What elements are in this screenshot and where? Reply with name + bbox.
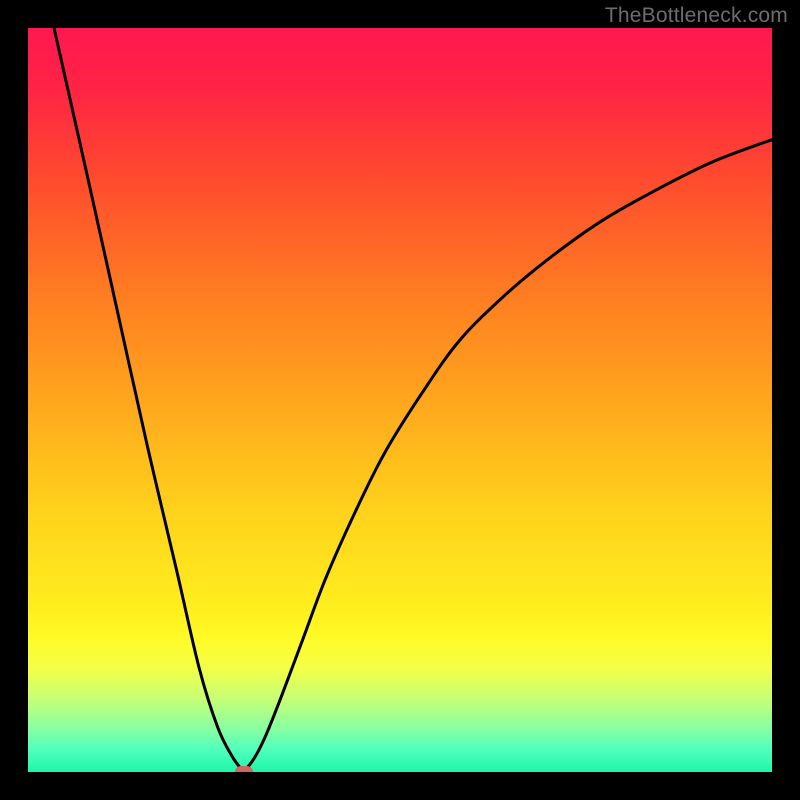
- watermark-text: TheBottleneck.com: [605, 4, 788, 28]
- plot-area: [28, 28, 772, 772]
- chart-frame: TheBottleneck.com: [0, 0, 800, 800]
- vertex-marker: [235, 766, 253, 772]
- curve-left-branch: [54, 28, 244, 772]
- curve-right-branch: [244, 140, 772, 772]
- bottleneck-curve: [28, 28, 772, 772]
